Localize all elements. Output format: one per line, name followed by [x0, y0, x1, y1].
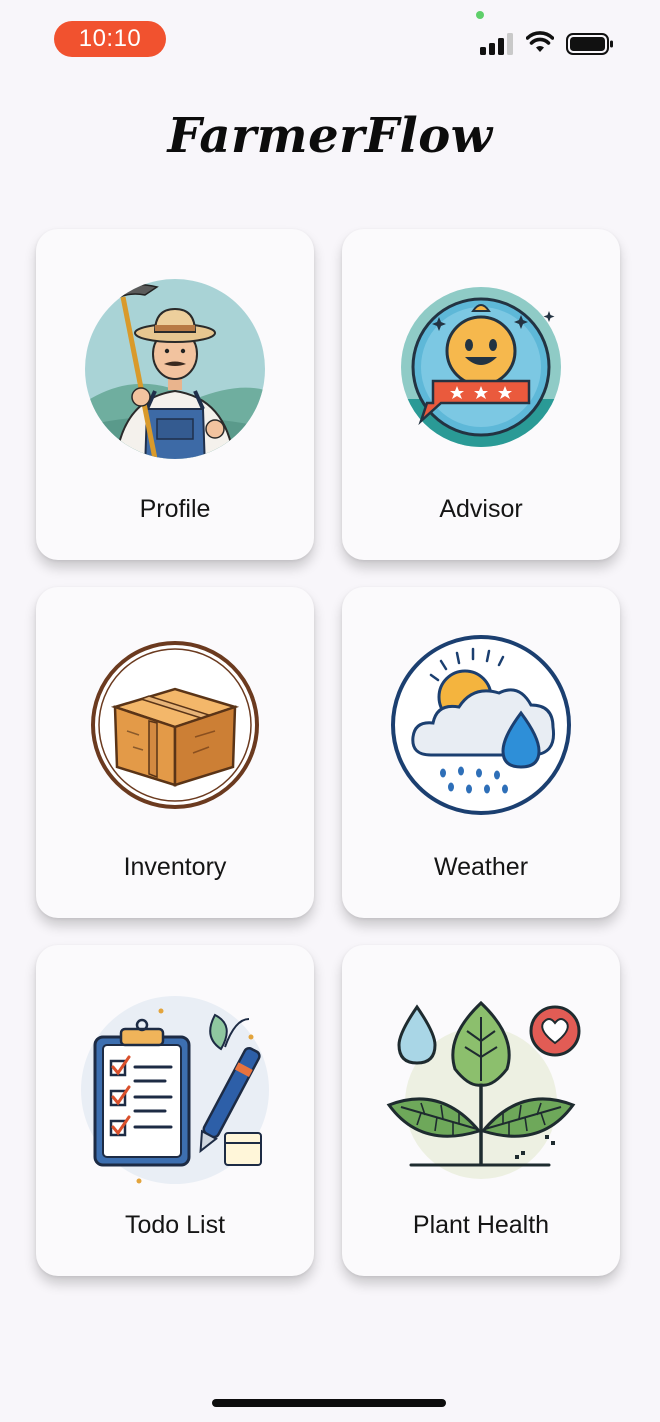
home-indicator[interactable]: [212, 1399, 446, 1407]
advisor-chatbot-icon: [401, 287, 561, 447]
todo-list-label: Todo List: [124, 1211, 226, 1239]
inventory-card[interactable]: Inventory: [36, 587, 314, 918]
advisor-card[interactable]: Advisor: [342, 229, 620, 560]
weather-label: Weather: [433, 853, 529, 881]
weather-card[interactable]: Weather: [342, 587, 620, 918]
plant-health-icon: [386, 1000, 581, 1179]
battery-icon: [566, 33, 613, 55]
plant-health-label: Plant Health: [412, 1211, 550, 1239]
box-icon: [91, 641, 259, 809]
rain-cloud-icon: [391, 635, 571, 815]
plant-health-card[interactable]: Plant Health: [342, 945, 620, 1276]
camera-indicator-dot: [476, 11, 484, 19]
inventory-label: Inventory: [123, 853, 227, 881]
cellular-signal-icon: [480, 33, 514, 55]
farmer-icon: [85, 279, 265, 459]
profile-card[interactable]: Profile: [36, 229, 314, 560]
advisor-label: Advisor: [439, 495, 523, 523]
status-bar: 10:10: [0, 0, 660, 80]
todo-list-card[interactable]: Todo List: [36, 945, 314, 1276]
wifi-icon: [526, 31, 554, 52]
checklist-clipboard-icon: [81, 996, 269, 1184]
app-title: FarmerFlow: [167, 108, 493, 164]
status-time: 10:10: [54, 21, 166, 57]
profile-label: Profile: [139, 495, 211, 523]
